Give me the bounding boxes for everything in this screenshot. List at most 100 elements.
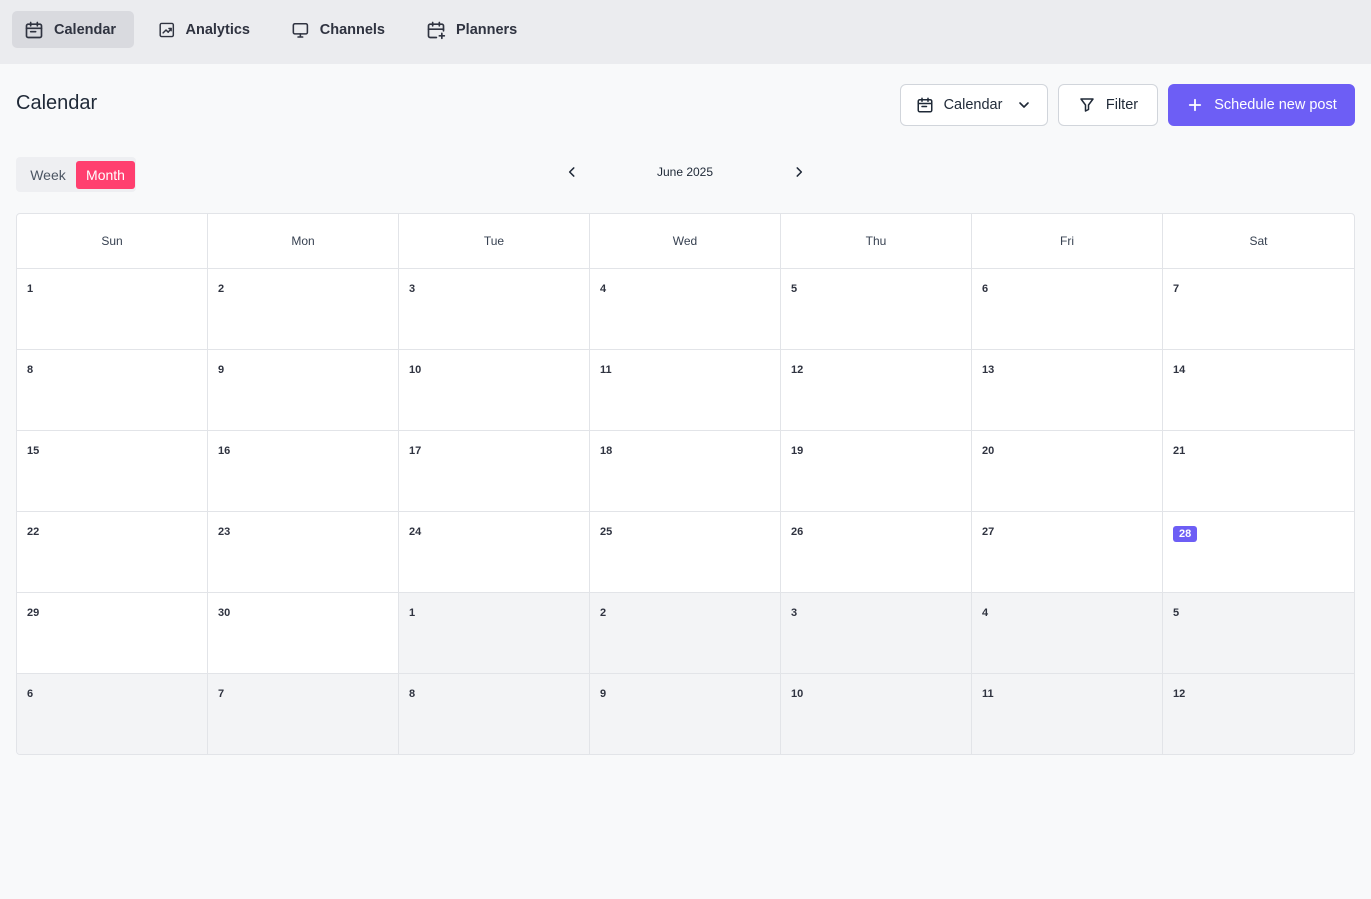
- chevron-right-icon: [796, 167, 803, 177]
- calendar-day-cell[interactable]: 11: [590, 350, 781, 431]
- calendar-day-cell[interactable]: 20: [972, 431, 1163, 512]
- nav-item-label: Planners: [456, 21, 518, 38]
- calendar-day-cell[interactable]: 6: [972, 269, 1163, 350]
- nav-item-channels[interactable]: Channels: [279, 11, 397, 48]
- nav-item-analytics[interactable]: Analytics: [146, 11, 262, 48]
- calendar-day-cell[interactable]: 4: [590, 269, 781, 350]
- day-number: 24: [409, 526, 422, 538]
- current-month-label: June 2025: [656, 165, 714, 179]
- calendar-day-cell[interactable]: 12: [1163, 674, 1354, 754]
- calendar-day-cell[interactable]: 8: [399, 674, 590, 754]
- calendar-day-cell[interactable]: 30: [208, 593, 399, 674]
- weekday-header: Sun: [17, 214, 208, 269]
- day-number: 6: [27, 688, 34, 700]
- day-number: 4: [982, 607, 989, 619]
- month-calendar-grid: Sun Mon Tue Wed Thu Fri Sat 1 2 3 4 5 6 7 8 9 10 11 12 13 14…: [16, 213, 1355, 755]
- calendar-day-cell[interactable]: 5: [781, 269, 972, 350]
- nav-item-calendar[interactable]: Calendar: [12, 11, 134, 48]
- calendar-day-cell[interactable]: 28: [1163, 512, 1354, 593]
- analytics-chart-icon: [159, 22, 175, 37]
- day-number: 4: [600, 283, 607, 295]
- calendar-day-cell[interactable]: 1: [17, 269, 208, 350]
- filter-button[interactable]: Filter: [1058, 84, 1158, 126]
- calendar-day-cell[interactable]: 26: [781, 512, 972, 593]
- weekday-header: Wed: [590, 214, 781, 269]
- day-number: 5: [1173, 607, 1180, 619]
- calendar-day-cell[interactable]: 22: [17, 512, 208, 593]
- day-number: 8: [409, 688, 416, 700]
- monitor-icon: [292, 22, 309, 38]
- day-number: 26: [791, 526, 804, 538]
- calendar-day-cell[interactable]: 10: [399, 350, 590, 431]
- day-number: 20: [982, 445, 995, 457]
- day-number: 11: [600, 364, 612, 376]
- calendar-day-cell[interactable]: 8: [17, 350, 208, 431]
- calendar-day-cell[interactable]: 3: [781, 593, 972, 674]
- calendar-add-icon: [427, 21, 446, 39]
- day-number: 18: [600, 445, 613, 457]
- page-title: Calendar: [16, 92, 98, 114]
- nav-item-planners[interactable]: Planners: [414, 11, 530, 48]
- day-number: 25: [600, 526, 613, 538]
- calendar-day-cell[interactable]: 23: [208, 512, 399, 593]
- calendar-select-label: Calendar: [943, 97, 1003, 113]
- month-view-button[interactable]: Month: [76, 161, 135, 189]
- calendar-day-cell[interactable]: 24: [399, 512, 590, 593]
- day-number: 30: [218, 607, 231, 619]
- filter-icon: [1080, 98, 1094, 112]
- schedule-new-post-button[interactable]: Schedule new post: [1168, 84, 1355, 126]
- calendar-day-cell[interactable]: 25: [590, 512, 781, 593]
- calendar-day-cell[interactable]: 16: [208, 431, 399, 512]
- calendar-day-cell[interactable]: 3: [399, 269, 590, 350]
- calendar-day-cell[interactable]: 4: [972, 593, 1163, 674]
- day-number: 7: [1173, 283, 1180, 295]
- calendar-day-cell[interactable]: 9: [208, 350, 399, 431]
- week-view-button[interactable]: Week: [22, 161, 74, 189]
- calendar-day-cell[interactable]: 2: [590, 593, 781, 674]
- day-number: 22: [27, 526, 40, 538]
- day-number: 3: [409, 283, 416, 295]
- day-number: 1: [27, 283, 34, 295]
- day-number: 2: [600, 607, 607, 619]
- plus-icon: [1189, 98, 1202, 112]
- calendar-day-cell[interactable]: 18: [590, 431, 781, 512]
- calendar-day-cell[interactable]: 9: [590, 674, 781, 754]
- calendar-day-cell[interactable]: 1: [399, 593, 590, 674]
- calendar-day-cell[interactable]: 2: [208, 269, 399, 350]
- calendar-day-cell[interactable]: 14: [1163, 350, 1354, 431]
- calendar-day-cell[interactable]: 7: [1163, 269, 1354, 350]
- calendar-day-cell[interactable]: 6: [17, 674, 208, 754]
- weekday-header: Sat: [1163, 214, 1354, 269]
- calendar-day-cell[interactable]: 21: [1163, 431, 1354, 512]
- view-toggle: Week Month: [16, 157, 136, 192]
- calendar-day-cell[interactable]: 5: [1163, 593, 1354, 674]
- day-number: 11: [982, 688, 994, 700]
- calendar-day-cell[interactable]: 7: [208, 674, 399, 754]
- calendar-day-cell[interactable]: 10: [781, 674, 972, 754]
- calendar-day-cell[interactable]: 27: [972, 512, 1163, 593]
- chevron-down-icon: [1019, 102, 1030, 108]
- day-number: 23: [218, 526, 231, 538]
- calendar-select-dropdown[interactable]: Calendar: [900, 84, 1048, 126]
- day-number: 10: [791, 688, 804, 700]
- day-number: 10: [409, 364, 422, 376]
- calendar-day-cell[interactable]: 11: [972, 674, 1163, 754]
- day-number: 9: [218, 364, 225, 376]
- day-number: 14: [1173, 364, 1186, 376]
- day-number: 16: [218, 445, 231, 457]
- day-number: 7: [218, 688, 225, 700]
- weekday-header: Mon: [208, 214, 399, 269]
- day-number: 21: [1173, 445, 1186, 457]
- next-month-button[interactable]: [788, 161, 810, 183]
- day-number: 2: [218, 283, 225, 295]
- calendar-day-cell[interactable]: 15: [17, 431, 208, 512]
- calendar-day-cell[interactable]: 13: [972, 350, 1163, 431]
- filter-button-label: Filter: [1105, 97, 1139, 113]
- previous-month-button[interactable]: [561, 161, 583, 183]
- calendar-day-cell[interactable]: 17: [399, 431, 590, 512]
- calendar-day-cell[interactable]: 19: [781, 431, 972, 512]
- calendar-day-cell[interactable]: 12: [781, 350, 972, 431]
- day-number: 12: [1173, 688, 1186, 700]
- nav-item-label: Calendar: [54, 21, 117, 38]
- calendar-day-cell[interactable]: 29: [17, 593, 208, 674]
